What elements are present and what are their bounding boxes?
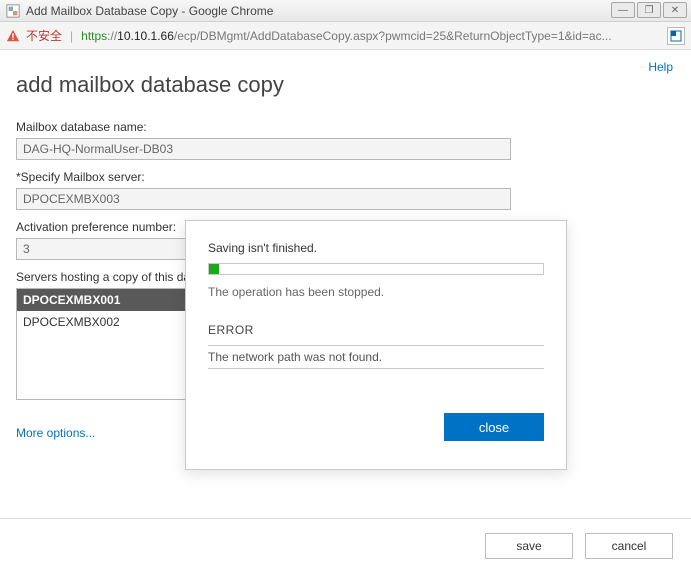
db-name-input[interactable] bbox=[16, 138, 511, 160]
window-controls: — ❐ ✕ bbox=[611, 2, 687, 18]
window-close-button[interactable]: ✕ bbox=[663, 2, 687, 18]
operation-stopped-text: The operation has been stopped. bbox=[208, 285, 544, 299]
url-path: /ecp/DBMgmt/AddDatabaseCopy.aspx?pwmcid=… bbox=[174, 29, 612, 43]
more-options-link[interactable]: More options... bbox=[16, 426, 95, 440]
page-title: add mailbox database copy bbox=[16, 72, 675, 98]
error-heading: ERROR bbox=[208, 323, 544, 337]
error-modal: Saving isn't finished. The operation has… bbox=[185, 220, 567, 470]
db-name-label: Mailbox database name: bbox=[16, 120, 675, 134]
page-body: Help add mailbox database copy Mailbox d… bbox=[0, 50, 691, 572]
address-bar: 不安全 | https://10.10.1.66/ecp/DBMgmt/AddD… bbox=[0, 22, 691, 50]
window-title: Add Mailbox Database Copy - Google Chrom… bbox=[26, 4, 273, 18]
url-scheme: https bbox=[81, 29, 107, 43]
minimize-button[interactable]: — bbox=[611, 2, 635, 18]
help-link[interactable]: Help bbox=[648, 60, 673, 74]
url-scheme-sep: :// bbox=[107, 29, 117, 43]
cancel-button[interactable]: cancel bbox=[585, 533, 673, 559]
window-titlebar: Add Mailbox Database Copy - Google Chrom… bbox=[0, 0, 691, 22]
page-footer: save cancel bbox=[0, 518, 691, 572]
modal-footer: close bbox=[208, 413, 544, 441]
error-message: The network path was not found. bbox=[208, 345, 544, 369]
maximize-button[interactable]: ❐ bbox=[637, 2, 661, 18]
modal-close-button[interactable]: close bbox=[444, 413, 544, 441]
insecure-label: 不安全 bbox=[26, 27, 62, 44]
progress-bar bbox=[208, 263, 544, 275]
mailbox-server-input[interactable] bbox=[16, 188, 511, 210]
url-text[interactable]: https://10.10.1.66/ecp/DBMgmt/AddDatabas… bbox=[81, 29, 661, 43]
app-favicon-icon bbox=[6, 4, 20, 18]
extension-icon[interactable] bbox=[667, 27, 685, 45]
url-separator: | bbox=[68, 29, 75, 43]
save-button[interactable]: save bbox=[485, 533, 573, 559]
insecure-warning-icon bbox=[6, 29, 20, 43]
mailbox-server-label: *Specify Mailbox server: bbox=[16, 170, 675, 184]
modal-status-text: Saving isn't finished. bbox=[208, 241, 544, 255]
progress-fill bbox=[209, 264, 219, 274]
url-host: 10.10.1.66 bbox=[117, 29, 174, 43]
